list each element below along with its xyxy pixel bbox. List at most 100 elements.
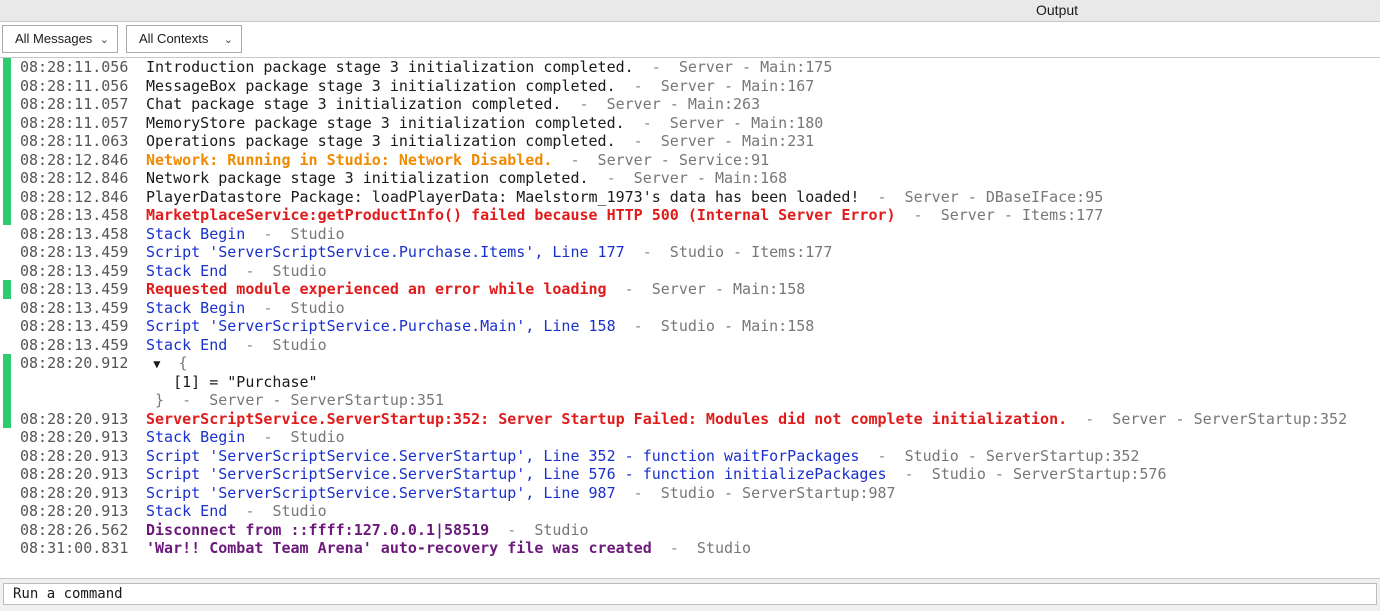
log-timestamp: 08:28:20.913 (20, 428, 129, 446)
log-row[interactable]: 08:28:13.459 Stack End - Studio (0, 336, 1380, 355)
log-text: MarketplaceService:getProductInfo() fail… (146, 206, 896, 224)
log-row[interactable]: 08:28:11.057 Chat package stage 3 initial… (0, 95, 1380, 114)
log-row[interactable]: 08:28:11.056 MessageBox package stage 3 i… (0, 76, 1380, 95)
table-value: ▼ { [1] = "Purchase" } - Server - Server… (146, 354, 444, 410)
log-text: PlayerDatastore Package: loadPlayerData:… (146, 187, 860, 206)
log-row[interactable]: 08:28:13.458 Stack Begin - Studio (0, 225, 1380, 244)
log-timestamp: 08:31:00.831 (20, 539, 129, 557)
output-marker (3, 206, 11, 225)
log-row[interactable]: 08:28:20.913 Script 'ServerScriptService.… (0, 447, 1380, 466)
log-text: Stack End (146, 502, 228, 520)
log-source: Server - Main:175 (678, 58, 833, 76)
log-timestamp: 08:28:20.913 (20, 483, 129, 502)
log-separator: - (245, 224, 291, 243)
command-bar: Run a command (0, 578, 1380, 611)
log-text: Stack Begin (146, 428, 246, 446)
log-source: Server - Items:177 (940, 206, 1104, 224)
log-timestamp: 08:28:20.913 (20, 409, 129, 428)
log-timestamp: 08:28:12.846 (20, 150, 129, 169)
log-timestamp: 08:28:13.459 (20, 261, 129, 280)
chevron-down-icon: ⌄ (99, 34, 109, 46)
log-text: Stack End (146, 261, 228, 280)
log-row[interactable]: 08:28:12.846 Network: Running in Studio: … (0, 150, 1380, 169)
log-row[interactable]: 08:28:20.913 Stack End - Studio (0, 502, 1380, 521)
log-text: Network: Running in Studio: Network Disa… (146, 150, 553, 169)
log-row[interactable]: 08:28:13.458 MarketplaceService:getProduc… (0, 206, 1380, 225)
log-row[interactable]: 08:28:12.846 Network package stage 3 init… (0, 169, 1380, 188)
log-timestamp: 08:28:20.912 (20, 354, 129, 372)
log-separator: - (615, 317, 661, 335)
log-row[interactable]: 08:28:20.913 Script 'ServerScriptService.… (0, 484, 1380, 503)
log-separator: - (624, 243, 670, 261)
log-row[interactable]: 08:31:00.831 'War!! Combat Team Arena' au… (0, 539, 1380, 558)
log-separator: - (859, 187, 905, 206)
log-separator: - (561, 95, 607, 113)
log-text: Disconnect from ::ffff:127.0.0.1|58519 (146, 520, 490, 539)
log-message: Stack Begin - Studio (146, 299, 345, 318)
command-input[interactable]: Run a command (3, 583, 1377, 605)
log-source: Studio (290, 224, 345, 243)
log-text: MemoryStore package stage 3 initializati… (146, 113, 625, 132)
log-source: Server - ServerStartup:351 (209, 391, 445, 409)
log-separator: - (859, 446, 905, 465)
log-separator: - (227, 502, 273, 520)
output-marker (3, 409, 11, 428)
log-message: Script 'ServerScriptService.Purchase.Mai… (146, 317, 814, 336)
log-row[interactable]: 08:28:11.057 MemoryStore package stage 3 … (0, 113, 1380, 132)
log-separator: - (615, 76, 661, 95)
filter-bar: All Messages ⌄ All Contexts ⌄ (0, 22, 1380, 58)
log-row[interactable]: 08:28:11.056 Introduction package stage 3… (0, 58, 1380, 77)
log-source: Server - Main:263 (606, 95, 761, 113)
log-message: Script 'ServerScriptService.ServerStartu… (146, 484, 896, 503)
triangle-down-icon[interactable]: ▼ (146, 357, 160, 371)
log-row[interactable]: 08:28:12.846 PlayerDatastore Package: loa… (0, 187, 1380, 206)
log-timestamp: 08:28:11.057 (20, 95, 129, 113)
log-text: 'War!! Combat Team Arena' auto-recovery … (146, 539, 652, 557)
log-source: Studio (696, 539, 752, 557)
log-separator: - (588, 169, 634, 187)
log-source: Studio (290, 298, 345, 317)
log-timestamp: 08:28:11.057 (20, 113, 129, 132)
log-row[interactable]: 08:28:11.063 Operations package stage 3 i… (0, 132, 1380, 151)
log-message: Introduction package stage 3 initializat… (146, 58, 832, 77)
log-source: Server - Main:231 (660, 132, 815, 150)
log-message: 'War!! Combat Team Arena' auto-recovery … (146, 539, 751, 558)
table-item: [1] = "Purchase" (146, 372, 318, 391)
log-row[interactable]: 08:28:13.459 Script 'ServerScriptService.… (0, 317, 1380, 336)
log-row[interactable]: 08:28:13.459 Requested module experienced… (0, 280, 1380, 299)
log-separator: - (624, 113, 670, 132)
log-source: Server - Main:168 (633, 169, 788, 187)
log-timestamp: 08:28:20.913 (20, 446, 129, 465)
log-text: Network package stage 3 initialization c… (146, 169, 589, 187)
log-timestamp: 08:28:12.846 (20, 187, 129, 206)
messages-filter-dropdown[interactable]: All Messages ⌄ (2, 25, 118, 53)
output-log[interactable]: 08:28:11.056 Introduction package stage 3… (0, 58, 1380, 576)
log-row[interactable]: 08:28:20.913 Script 'ServerScriptService.… (0, 465, 1380, 484)
contexts-filter-label: All Contexts (139, 31, 209, 46)
log-separator: - (552, 150, 598, 169)
messages-filter-label: All Messages (15, 31, 93, 46)
log-text: Stack End (146, 335, 228, 354)
log-timestamp: 08:28:11.056 (20, 58, 129, 76)
log-text: Stack Begin (146, 224, 246, 243)
log-source: Studio - ServerStartup:987 (660, 483, 896, 502)
log-row[interactable]: 08:28:20.913 Stack Begin - Studio (0, 428, 1380, 447)
log-row[interactable]: 08:28:20.913 ServerScriptService.ServerSt… (0, 409, 1380, 428)
log-row[interactable]: 08:28:26.562 Disconnect from ::ffff:127.0… (0, 521, 1380, 540)
log-row[interactable]: 08:28:13.459 Stack Begin - Studio (0, 299, 1380, 318)
log-timestamp: 08:28:12.846 (20, 169, 129, 187)
log-text: Operations package stage 3 initializatio… (146, 132, 616, 150)
log-source: Server - Main:167 (660, 76, 815, 95)
table-open-brace: { (160, 354, 188, 372)
log-row-table[interactable]: 08:28:20.912 ▼ { [1] = "Purchase" } - Se… (0, 354, 1380, 410)
log-timestamp: 08:28:20.913 (20, 502, 129, 520)
log-text: Requested module experienced an error wh… (146, 280, 607, 298)
log-text: Script 'ServerScriptService.Purchase.Ite… (146, 243, 625, 261)
log-source: Studio (290, 428, 345, 446)
log-row[interactable]: 08:28:13.459 Stack End - Studio (0, 262, 1380, 281)
log-timestamp: 08:28:13.459 (20, 243, 129, 261)
log-source: Server - DBaseIFace:95 (904, 187, 1104, 206)
contexts-filter-dropdown[interactable]: All Contexts ⌄ (126, 25, 242, 53)
chevron-down-icon: ⌄ (223, 34, 233, 46)
log-row[interactable]: 08:28:13.459 Script 'ServerScriptService.… (0, 243, 1380, 262)
